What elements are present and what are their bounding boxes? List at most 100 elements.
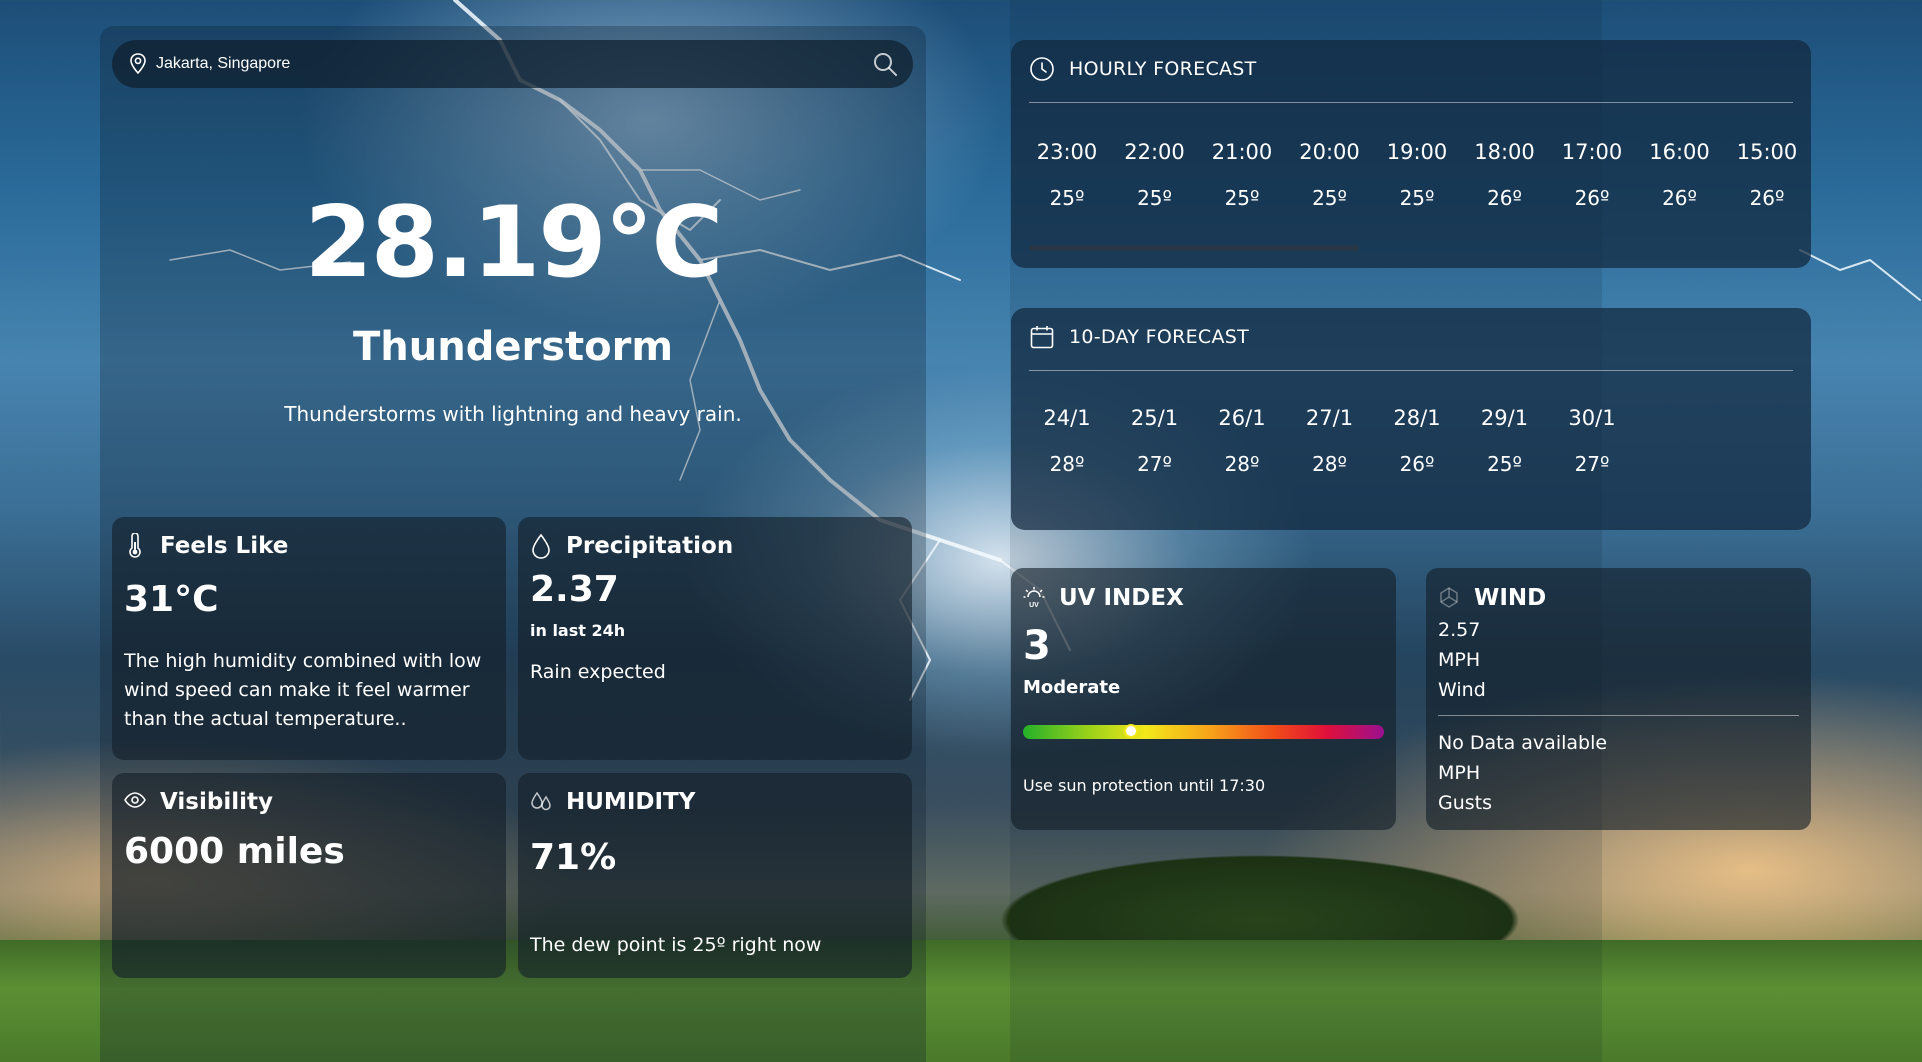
visibility-card: Visibility 6000 miles	[112, 773, 506, 978]
wind-title: WIND	[1474, 585, 1547, 611]
daily-temp: 26º	[1399, 452, 1435, 476]
daily-forecast-title: 10-DAY FORECAST	[1069, 326, 1250, 348]
daily-temp: 28º	[1049, 452, 1085, 476]
daily-date: 28/1	[1393, 406, 1441, 430]
wind-divider	[1438, 715, 1799, 716]
hourly-temp: 25º	[1399, 186, 1435, 210]
daily-item: 25/1 27º	[1111, 404, 1199, 478]
wind-gust-label: Gusts	[1438, 792, 1493, 814]
search-input[interactable]	[156, 48, 836, 80]
eye-icon	[124, 792, 146, 808]
hourly-scrollbar[interactable]	[1029, 245, 1359, 251]
visibility-title: Visibility	[160, 789, 273, 815]
precipitation-period: in last 24h	[530, 621, 626, 640]
hourly-time: 21:00	[1211, 140, 1273, 164]
daily-temp: 27º	[1137, 452, 1172, 476]
humidity-card: HUMIDITY 71% The dew point is 25º right …	[518, 773, 912, 978]
daily-date: 27/1	[1305, 406, 1354, 430]
hourly-time: 22:00	[1124, 140, 1185, 164]
condition-description: Thunderstorms with lightning and heavy r…	[284, 402, 742, 426]
current-condition: Thunderstorm	[352, 324, 674, 370]
wind-speed-label: Wind	[1438, 679, 1486, 701]
hourly-item: 20:00 25º	[1286, 138, 1374, 212]
location-pin-icon	[130, 53, 146, 75]
wind-card: WIND 2.57 MPH Wind No Data available MPH…	[1426, 568, 1811, 830]
hourly-temp: 26º	[1749, 186, 1785, 210]
humidity-value: 71%	[530, 837, 617, 878]
humidity-drops-icon	[531, 791, 551, 811]
hourly-item: 23:00 25º	[1023, 138, 1111, 212]
feels-like-value: 31°C	[124, 579, 219, 620]
daily-date: 26/1	[1218, 406, 1266, 430]
daily-item: 29/1 25º	[1461, 404, 1549, 478]
daily-temp: 27º	[1574, 452, 1610, 476]
precipitation-title: Precipitation	[566, 533, 734, 559]
hourly-item: 16:00 26º	[1636, 138, 1724, 212]
hourly-divider	[1029, 102, 1793, 103]
uv-index-value: 3	[1023, 623, 1051, 669]
wind-speed-value: 2.57	[1438, 619, 1481, 641]
uv-scale-bar	[1023, 724, 1384, 739]
search-icon[interactable]	[871, 50, 899, 78]
feels-like-text: The high humidity combined with low wind…	[124, 650, 482, 730]
daily-divider	[1029, 370, 1793, 371]
uv-sun-icon: UV	[1023, 587, 1045, 609]
feels-like-title: Feels Like	[160, 533, 289, 559]
wind-speed-unit: MPH	[1438, 649, 1481, 671]
calendar-icon	[1030, 326, 1054, 349]
uv-advice: Use sun protection until 17:30	[1023, 776, 1266, 795]
hourly-item: 22:00 25º	[1111, 138, 1199, 212]
daily-temp: 28º	[1312, 452, 1347, 476]
hourly-item: 17:00 26º	[1548, 138, 1636, 212]
hourly-temp: 26º	[1662, 186, 1697, 210]
hourly-temp: 26º	[1574, 186, 1610, 210]
current-temperature: 28.19°C	[304, 186, 724, 300]
precipitation-card: Precipitation 2.37 in last 24h Rain expe…	[518, 517, 912, 760]
humidity-title: HUMIDITY	[566, 789, 696, 815]
hourly-temp: 25º	[1049, 186, 1085, 210]
hourly-temp: 25º	[1224, 186, 1260, 210]
hourly-item: 18:00 26º	[1461, 138, 1549, 212]
daily-item: 24/1 28º	[1023, 404, 1111, 478]
daily-date: 25/1	[1130, 406, 1179, 430]
precipitation-text: Rain expected	[530, 661, 666, 683]
clock-icon	[1030, 57, 1054, 81]
location-search-bar	[112, 40, 913, 88]
hourly-time: 18:00	[1474, 140, 1535, 164]
hourly-forecast-panel: HOURLY FORECAST 23:00 25º 22:00 25º 21:0…	[1011, 40, 1811, 268]
hourly-temp: 25º	[1312, 186, 1347, 210]
daily-item: 30/1 27º	[1548, 404, 1636, 478]
wind-icon	[1440, 587, 1458, 608]
daily-item: 28/1 26º	[1373, 404, 1461, 478]
daily-temp: 28º	[1224, 452, 1260, 476]
thermometer-icon	[129, 533, 141, 558]
daily-date: 29/1	[1480, 406, 1529, 430]
daily-item: 27/1 28º	[1286, 404, 1374, 478]
uv-index-title: UV INDEX	[1059, 585, 1184, 611]
hourly-temp: 25º	[1137, 186, 1172, 210]
daily-forecast-panel: 10-DAY FORECAST 24/1 28º 25/1 27º 26/1 2…	[1011, 308, 1811, 530]
uv-index-card: UV UV INDEX 3 Moderate Use sun protectio…	[1011, 568, 1396, 830]
hourly-time: 20:00	[1299, 140, 1360, 164]
visibility-value: 6000 miles	[124, 831, 345, 872]
hourly-time: 23:00	[1036, 140, 1098, 164]
hourly-time: 17:00	[1561, 140, 1623, 164]
hourly-temp: 26º	[1487, 186, 1522, 210]
wind-gust-value: No Data available	[1438, 732, 1608, 754]
hourly-time: 16:00	[1649, 140, 1710, 164]
svg-text:UV: UV	[1029, 602, 1039, 609]
daily-date: 24/1	[1043, 406, 1091, 430]
uv-indicator	[1124, 724, 1139, 738]
humidity-text: The dew point is 25º right now	[530, 934, 822, 956]
hourly-time: 19:00	[1386, 140, 1448, 164]
daily-temp: 25º	[1487, 452, 1522, 476]
hourly-time: 15:00	[1736, 140, 1798, 164]
hourly-item: 21:00 25º	[1198, 138, 1286, 212]
hourly-forecast-title: HOURLY FORECAST	[1069, 58, 1257, 80]
daily-item: 26/1 28º	[1198, 404, 1286, 478]
feels-like-card: Feels Like 31°C The high humidity combin…	[112, 517, 506, 760]
wind-gust-unit: MPH	[1438, 762, 1481, 784]
precipitation-value: 2.37	[530, 569, 619, 610]
water-drop-icon	[532, 533, 550, 559]
daily-date: 30/1	[1568, 406, 1616, 430]
